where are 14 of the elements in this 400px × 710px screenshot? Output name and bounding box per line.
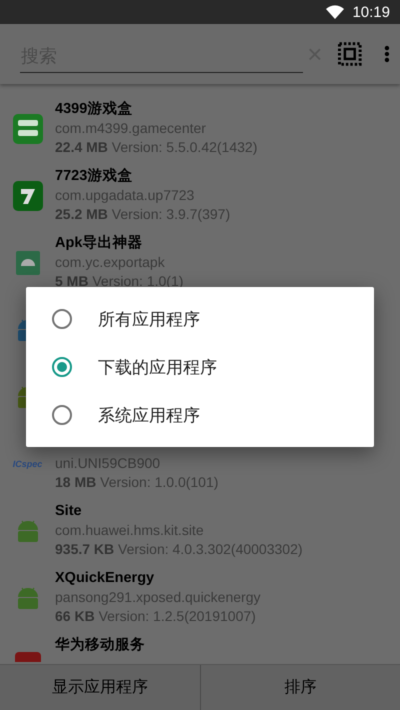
option-label: 下载的应用程序 <box>98 356 217 378</box>
radio-option[interactable]: 系统应用程序 <box>26 391 374 439</box>
option-label: 系统应用程序 <box>98 404 200 426</box>
option-label: 所有应用程序 <box>98 308 200 330</box>
app-logo: ICspec <box>12 458 42 468</box>
radio-option[interactable]: 下载的应用程序 <box>26 343 374 391</box>
radio-option[interactable]: 所有应用程序 <box>26 295 374 343</box>
app-name: 华为移动服务 <box>55 636 145 655</box>
app-name: XQuickEnergy <box>55 569 154 588</box>
app-name: Site <box>55 502 82 521</box>
app-name: 7723游戏盒 <box>55 167 132 186</box>
app-name: Apk导出神器 <box>55 234 142 253</box>
clock-time: 10:19 <box>352 4 390 20</box>
app-name: 4399游戏盒 <box>55 100 132 119</box>
